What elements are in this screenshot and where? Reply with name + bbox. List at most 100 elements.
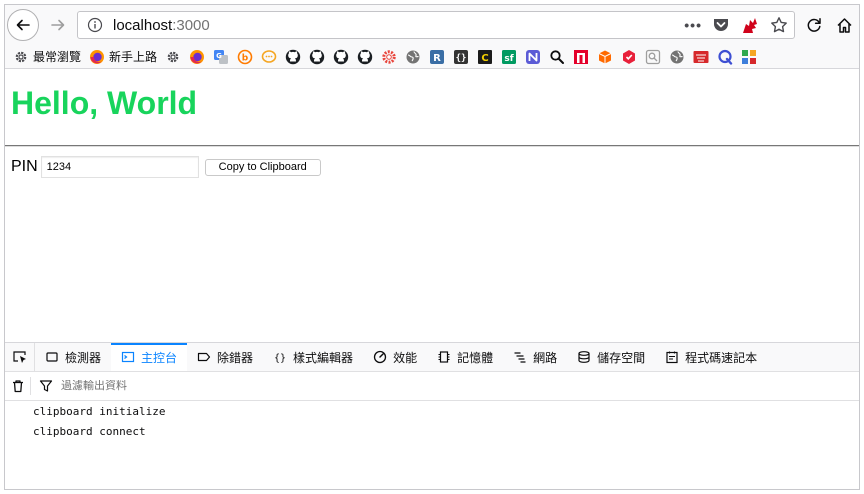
bookmark-globe-2[interactable]: [669, 47, 685, 67]
bookmark-globe-1[interactable]: [405, 47, 421, 67]
url-bar[interactable]: localhost:3000 •••: [77, 11, 795, 39]
bookmark-red-shield[interactable]: [621, 47, 637, 67]
bookmark-label: 新手上路: [109, 50, 158, 64]
back-button[interactable]: [7, 9, 39, 41]
bookmark-search[interactable]: [549, 47, 565, 67]
reload-icon: [807, 18, 821, 32]
pin-input[interactable]: [40, 156, 199, 178]
memory-icon: [437, 350, 451, 364]
console-message: clipboard initialize: [33, 405, 166, 418]
devtools-tab-performance[interactable]: 效能: [363, 343, 427, 371]
github-icon: [285, 49, 301, 65]
bookmark-orange-cube[interactable]: [597, 47, 613, 67]
storage-icon: [577, 350, 591, 364]
bookmark-github-4[interactable]: [357, 47, 373, 67]
bookmark-github-2[interactable]: [309, 47, 325, 67]
url-actions: •••: [684, 12, 788, 38]
bookmark-firefox[interactable]: [189, 47, 205, 67]
performance-icon: [373, 350, 387, 364]
filter-icon: [39, 380, 53, 392]
home-button[interactable]: [829, 10, 859, 40]
devtools-tab-debugger[interactable]: 除錯器: [187, 343, 263, 371]
bookmark-github-1[interactable]: [285, 47, 301, 67]
firefox-icon: [89, 49, 105, 65]
sf-icon: sf: [501, 49, 517, 65]
cube-icon: [597, 49, 613, 65]
bookmark-chat[interactable]: [261, 47, 277, 67]
devtools-tab-bar: 檢測器 主控台 除錯器 {} 樣式編輯器 效能 記憶體 網路 儲存空間 程式碼速記本: [5, 343, 859, 372]
devtools-tab-inspector[interactable]: 檢測器: [35, 343, 111, 371]
braces-icon: {}: [453, 49, 469, 65]
bookmark-red-square[interactable]: [573, 47, 589, 67]
element-picker-icon: [12, 351, 26, 363]
page-content: Hello, World PIN Copy to Clipboard: [5, 70, 859, 342]
devtools-tab-storage[interactable]: 儲存空間: [567, 343, 655, 371]
bookmark-r-site[interactable]: R: [429, 47, 445, 67]
bookmark-braces[interactable]: {}: [453, 47, 469, 67]
b-icon: b: [237, 49, 253, 65]
url-text: localhost:3000: [113, 17, 210, 34]
search-box-icon: [645, 49, 661, 65]
devtools-tab-style-editor[interactable]: {} 樣式編輯器: [263, 343, 363, 371]
pocket-icon[interactable]: [712, 17, 730, 33]
devtools-tab-scratchpad[interactable]: 程式碼速記本: [655, 343, 767, 371]
navigation-toolbar: localhost:3000 •••: [5, 5, 859, 45]
console-message: clipboard connect: [33, 425, 146, 438]
element-picker-button[interactable]: [5, 343, 35, 371]
q-icon: [717, 49, 733, 65]
n-icon: [525, 49, 541, 65]
extension-mascot-icon[interactable]: [740, 15, 760, 35]
devtools-panel: 檢測器 主控台 除錯器 {} 樣式編輯器 效能 記憶體 網路 儲存空間 程式碼速記本 clipbo…: [5, 342, 859, 489]
bookmark-star-icon[interactable]: [770, 16, 788, 34]
info-icon[interactable]: [87, 17, 103, 33]
horizontal-rule: [5, 145, 859, 147]
bookmark-github-3[interactable]: [333, 47, 349, 67]
shield-icon: [621, 49, 637, 65]
bookmark-q-site[interactable]: [717, 47, 733, 67]
bookmark-getting-started[interactable]: 新手上路: [89, 47, 157, 67]
right-toolbar-buttons: [799, 10, 859, 40]
devtools-tab-memory[interactable]: 記憶體: [427, 343, 503, 371]
console-icon: [121, 350, 135, 364]
bookmark-label: 最常瀏覽: [33, 50, 82, 64]
bookmark-translate[interactable]: G: [213, 47, 229, 67]
svg-text:G: G: [216, 52, 222, 60]
bookmark-gear-red[interactable]: [381, 47, 397, 67]
devtools-tab-label: 檢測器: [65, 350, 102, 365]
gear-icon: [13, 49, 29, 65]
bookmarks-toolbar: 最常瀏覽 新手上路 Gb R {} Csf: [5, 45, 859, 69]
pin-row: PIN Copy to Clipboard: [11, 156, 321, 178]
copy-to-clipboard-button[interactable]: Copy to Clipboard: [204, 158, 321, 176]
devtools-tab-network[interactable]: 網路: [503, 343, 567, 371]
scratchpad-icon: [665, 350, 679, 364]
bookmark-red-chinese[interactable]: [693, 47, 709, 67]
chat-icon: [261, 49, 277, 65]
bookmark-grid-site[interactable]: [741, 47, 757, 67]
bookmark-most-visited[interactable]: 最常瀏覽: [13, 47, 81, 67]
svg-text:{}: {}: [456, 53, 467, 63]
c-icon: C: [477, 49, 493, 65]
devtools-tab-label: 主控台: [141, 350, 178, 365]
trash-icon: [12, 380, 23, 393]
console-filter-input[interactable]: [61, 380, 361, 392]
bookmark-n-site[interactable]: [525, 47, 541, 67]
bookmark-grey-search[interactable]: [645, 47, 661, 67]
console-output: clipboard initialize clipboard connect: [5, 401, 859, 442]
svg-text:R: R: [433, 53, 441, 64]
bookmark-c-site[interactable]: C: [477, 47, 493, 67]
pin-label: PIN: [11, 158, 38, 175]
reload-button[interactable]: [799, 10, 829, 40]
page-actions-menu-icon[interactable]: •••: [684, 17, 702, 33]
clear-console-button[interactable]: [5, 377, 31, 395]
svg-text:sf: sf: [504, 54, 513, 64]
devtools-tab-console[interactable]: 主控台: [111, 343, 188, 371]
gear-red-icon: [381, 49, 397, 65]
console-toolbar: [5, 372, 859, 401]
filter-icon-wrap: [39, 379, 53, 393]
devtools-tab-label: 效能: [393, 350, 418, 365]
forward-button[interactable]: [43, 10, 73, 40]
inspector-icon: [45, 350, 59, 364]
bookmark-settings[interactable]: [165, 47, 181, 67]
bookmark-b-site[interactable]: b: [237, 47, 253, 67]
bookmark-sf-site[interactable]: sf: [501, 47, 517, 67]
